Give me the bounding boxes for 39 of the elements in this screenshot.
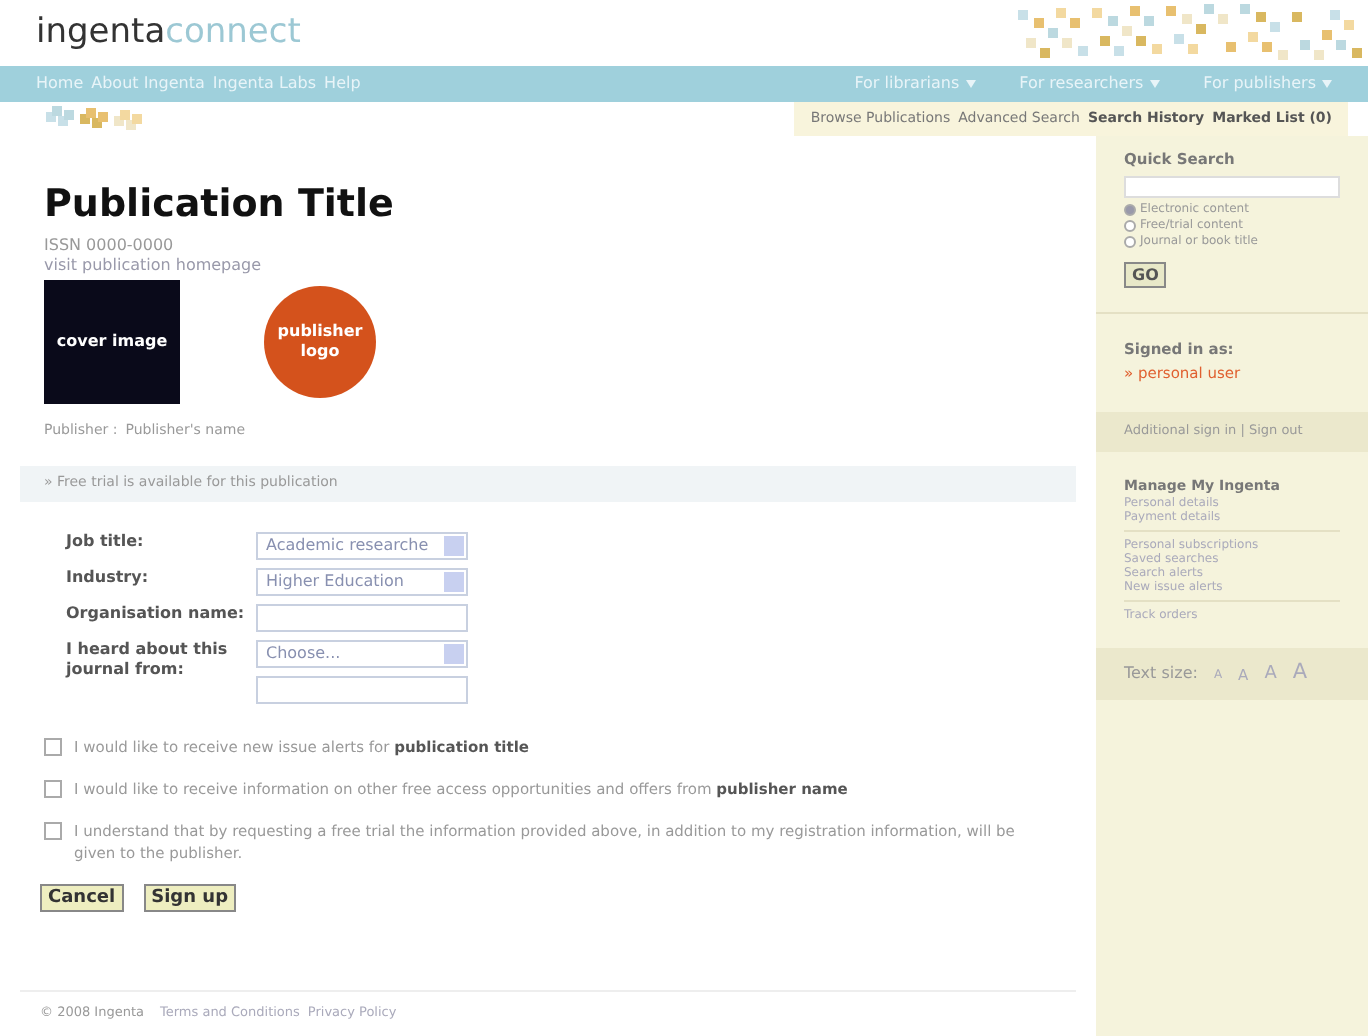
nav-link[interactable]: Help [324,72,361,96]
form-button[interactable]: Cancel [40,883,124,911]
nav-link[interactable]: Home [36,72,84,96]
radio-button[interactable] [1124,236,1136,249]
nav-link[interactable]: Ingenta Labs [212,72,317,96]
text-size-button[interactable]: A [1292,658,1308,691]
checkbox[interactable] [44,737,62,755]
nav-menu[interactable]: For publishers [1203,72,1332,96]
checkbox[interactable] [44,821,62,839]
radio-button[interactable] [1124,220,1136,233]
cover-image: cover image [44,280,180,404]
text-size-button[interactable]: A [1264,661,1277,688]
caret-icon [444,643,464,663]
caret-icon [1149,80,1160,88]
search-field[interactable] [1124,176,1340,199]
field-label: I heard about this journal from: [66,639,230,679]
dropdown[interactable]: Higher Education [256,567,468,595]
publisher-logo: publisher logo [264,286,376,398]
nav-menu[interactable]: For librarians [854,72,976,96]
field-label: Organisation name: [66,603,247,623]
input-field[interactable] [256,675,468,703]
dropdown[interactable]: Academic researche [256,531,468,559]
field-label: Industry: [66,567,151,587]
caret-icon [965,80,976,88]
caret-icon [1322,80,1332,88]
checkbox[interactable] [44,779,62,797]
nav-link[interactable]: About Ingenta [91,72,205,96]
go-button[interactable]: GO [1124,262,1167,289]
form-button[interactable]: Sign up [143,883,237,911]
nav-menu[interactable]: For researchers [1019,72,1160,96]
radio-button[interactable] [1124,204,1136,217]
issn-text: ISSN 0000-0000 [44,236,176,256]
field-label: Job title: [66,531,146,551]
publication-title: Publication Title [44,180,396,228]
logo[interactable]: ingentaconnect [36,7,301,59]
dropdown[interactable]: Choose... [256,639,468,667]
text-size-label: Text size: [1124,662,1198,687]
homepage-link[interactable]: visit publication homepage [44,256,1052,276]
input-field[interactable] [256,603,468,631]
